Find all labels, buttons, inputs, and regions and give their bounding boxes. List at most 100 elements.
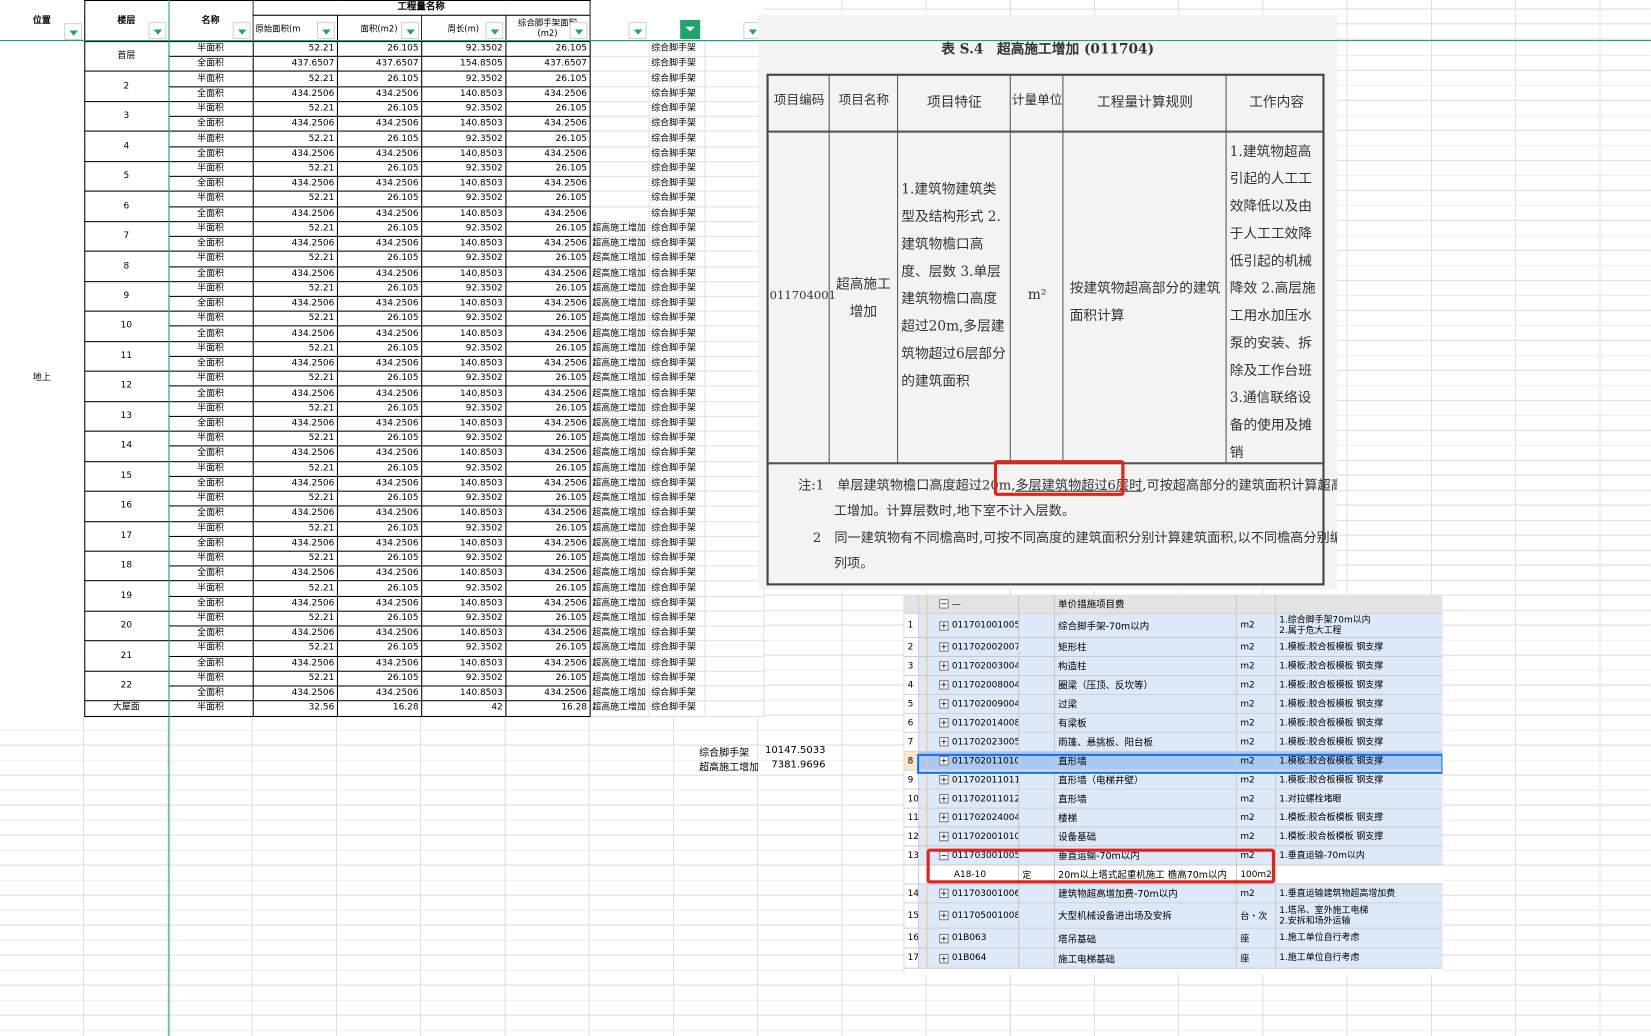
name-cell[interactable]: 全面积 bbox=[167, 595, 254, 612]
feature-cell[interactable]: 1.垂直运输建筑物超高增加费 bbox=[1276, 884, 1443, 903]
scaffold-area-cell[interactable]: 434.2506 bbox=[504, 595, 591, 612]
name-cell[interactable]: 半面积 bbox=[167, 580, 254, 597]
feature-cell[interactable]: 1.模板:胶合板模板 钢支撑 bbox=[1276, 675, 1443, 694]
perimeter-cell[interactable]: 140.8503 bbox=[420, 115, 506, 133]
perimeter-cell[interactable]: 92.3502 bbox=[420, 670, 506, 687]
empty-cell[interactable] bbox=[703, 700, 764, 717]
floor-cell[interactable]: 20 bbox=[83, 610, 169, 642]
measure-i-cell[interactable]: 综合脚手架 bbox=[648, 250, 705, 267]
measure-i-cell[interactable]: 综合脚手架 bbox=[648, 235, 705, 252]
name-cell[interactable]: 全面积 bbox=[167, 625, 254, 642]
measure-i-cell[interactable]: 综合脚手架 bbox=[648, 205, 705, 222]
empty-cell[interactable] bbox=[703, 220, 764, 237]
scaffold-area-cell[interactable]: 434.2506 bbox=[504, 115, 591, 133]
empty-cell[interactable] bbox=[703, 655, 764, 672]
name-cell[interactable]: 全面积 bbox=[167, 205, 254, 222]
measure-i-cell[interactable]: 综合脚手架 bbox=[648, 220, 705, 237]
measure-i-cell[interactable]: 综合脚手架 bbox=[648, 415, 705, 432]
perimeter-cell[interactable]: 140.8503 bbox=[420, 685, 506, 702]
measure-i-cell[interactable]: 综合脚手架 bbox=[648, 130, 705, 148]
measure-h-cell[interactable] bbox=[589, 205, 650, 222]
measure-row[interactable]: 11 +011702024004 楼梯 m2 1.模板:胶合板模板 钢支撑 bbox=[904, 808, 1443, 828]
scaffold-area-cell[interactable]: 434.2506 bbox=[504, 415, 591, 432]
row-number[interactable]: 4 bbox=[904, 675, 920, 694]
scaffold-area-cell[interactable]: 26.105 bbox=[504, 250, 591, 267]
measure-h-cell[interactable]: 超高施工增加 bbox=[589, 700, 650, 717]
measure-h-cell[interactable]: 超高施工增加 bbox=[589, 595, 650, 612]
orig-area-cell[interactable]: 52.21 bbox=[252, 41, 338, 58]
name-cell[interactable]: 构造柱 bbox=[1055, 657, 1238, 675]
empty-cell[interactable] bbox=[703, 670, 764, 687]
type-cell[interactable] bbox=[1019, 694, 1056, 713]
measure-h-cell[interactable]: 超高施工增加 bbox=[589, 670, 650, 687]
area-cell[interactable]: 434.2506 bbox=[336, 175, 422, 192]
unit-cell[interactable]: m2 bbox=[1237, 732, 1277, 751]
floor-cell[interactable]: 2 bbox=[83, 71, 169, 103]
code-cell[interactable]: +011702014008 bbox=[919, 713, 1020, 732]
unit-cell[interactable]: 座 bbox=[1237, 948, 1277, 968]
measure-i-cell[interactable]: 综合脚手架 bbox=[648, 565, 705, 582]
perimeter-cell[interactable]: 140.8503 bbox=[420, 475, 506, 492]
measure-i-cell[interactable]: 综合脚手架 bbox=[648, 101, 705, 118]
orig-area-cell[interactable]: 434.2506 bbox=[252, 265, 338, 282]
feature-cell[interactable]: 1.塔吊、室外施工电梯 2.安拆和场外运输 bbox=[1276, 903, 1443, 928]
name-cell[interactable]: 全面积 bbox=[167, 235, 254, 252]
area-cell[interactable]: 26.105 bbox=[336, 490, 422, 507]
measure-i-cell[interactable]: 综合脚手架 bbox=[648, 41, 705, 58]
measure-i-cell[interactable]: 综合脚手架 bbox=[648, 475, 705, 492]
expand-icon[interactable]: + bbox=[939, 910, 949, 921]
measure-i-cell[interactable]: 综合脚手架 bbox=[648, 145, 705, 163]
floor-cell[interactable]: 7 bbox=[83, 220, 169, 252]
perimeter-cell[interactable]: 92.3502 bbox=[420, 340, 506, 357]
orig-area-cell[interactable]: 434.2506 bbox=[252, 355, 338, 372]
measure-h-cell[interactable] bbox=[589, 160, 650, 178]
perimeter-cell[interactable]: 140.8503 bbox=[420, 565, 506, 582]
area-cell[interactable]: 434.2506 bbox=[336, 205, 422, 222]
orig-area-cell[interactable]: 52.21 bbox=[252, 190, 338, 207]
area-cell[interactable]: 26.105 bbox=[336, 550, 422, 567]
measure-h-cell[interactable]: 超高施工增加 bbox=[589, 310, 650, 327]
measure-h-cell[interactable] bbox=[589, 175, 650, 192]
floor-cell[interactable]: 大屋面 bbox=[83, 700, 169, 717]
perimeter-cell[interactable]: 92.3502 bbox=[420, 101, 506, 118]
area-cell[interactable]: 434.2506 bbox=[336, 86, 422, 103]
measure-row[interactable]: 6 +011702014008 有梁板 m2 1.模板:胶合板模板 钢支撑 bbox=[904, 713, 1443, 733]
scaffold-area-cell[interactable]: 434.2506 bbox=[504, 565, 591, 582]
scaffold-area-cell[interactable]: 16.28 bbox=[504, 700, 591, 717]
measure-h-cell[interactable]: 超高施工增加 bbox=[589, 235, 650, 252]
expand-icon[interactable]: + bbox=[939, 933, 949, 943]
perimeter-cell[interactable]: 140.8503 bbox=[420, 595, 506, 612]
type-cell[interactable] bbox=[1019, 657, 1056, 675]
scaffold-area-cell[interactable]: 26.105 bbox=[504, 160, 591, 178]
measure-i-cell[interactable]: 综合脚手架 bbox=[648, 265, 705, 282]
orig-area-cell[interactable]: 434.2506 bbox=[252, 145, 338, 163]
empty-cell[interactable] bbox=[703, 235, 764, 252]
row-number[interactable] bbox=[904, 865, 920, 884]
empty-cell[interactable] bbox=[703, 295, 764, 312]
scaffold-area-cell[interactable]: 26.105 bbox=[504, 340, 591, 357]
name-cell[interactable]: 半面积 bbox=[167, 160, 254, 178]
measure-h-cell[interactable] bbox=[589, 41, 650, 58]
area-cell[interactable]: 434.2506 bbox=[336, 535, 422, 552]
orig-area-cell[interactable]: 434.2506 bbox=[252, 325, 338, 342]
measure-h-cell[interactable] bbox=[589, 130, 650, 148]
perimeter-cell[interactable]: 92.3502 bbox=[420, 71, 506, 88]
scaffold-area-cell[interactable]: 26.105 bbox=[504, 490, 591, 507]
measure-h-cell[interactable]: 超高施工增加 bbox=[589, 565, 650, 582]
feature-cell[interactable]: 1.模板:胶合板模板 钢支撑 bbox=[1276, 732, 1443, 751]
area-cell[interactable]: 434.2506 bbox=[336, 325, 422, 342]
area-cell[interactable]: 434.2506 bbox=[336, 475, 422, 492]
empty-cell[interactable] bbox=[703, 310, 764, 327]
measure-i-cell[interactable]: 综合脚手架 bbox=[648, 56, 705, 73]
measure-i-cell[interactable]: 综合脚手架 bbox=[648, 550, 705, 567]
name-cell[interactable]: 半面积 bbox=[167, 550, 254, 567]
orig-area-cell[interactable]: 434.2506 bbox=[252, 295, 338, 312]
orig-area-cell[interactable]: 52.21 bbox=[252, 130, 338, 148]
code-cell[interactable]: +011703001006 bbox=[919, 884, 1020, 903]
collapse-toggle[interactable]: − bbox=[939, 599, 949, 609]
area-cell[interactable]: 434.2506 bbox=[336, 295, 422, 312]
measure-i-cell[interactable]: 综合脚手架 bbox=[648, 190, 705, 207]
area-cell[interactable]: 26.105 bbox=[336, 430, 422, 447]
unit-cell[interactable]: m2 bbox=[1237, 713, 1277, 732]
row-number[interactable]: 14 bbox=[904, 884, 920, 903]
